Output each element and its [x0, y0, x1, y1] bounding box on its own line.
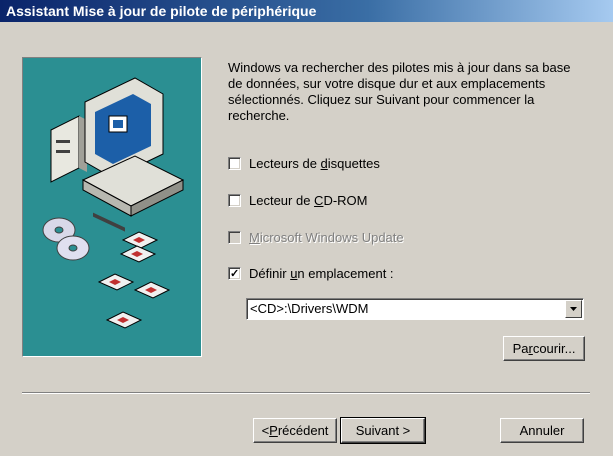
window-title: Assistant Mise à jour de pilote de périp…	[6, 3, 317, 19]
browse-button[interactable]: Pa r courir...	[503, 336, 585, 361]
dropdown-arrow-icon	[570, 307, 577, 311]
separator	[22, 392, 590, 394]
location-input[interactable]: <CD>:\Drivers\WDM	[250, 301, 368, 317]
intro-text: Windows va rechercher des pilotes mis à …	[228, 60, 571, 123]
floppy-disk-icon	[97, 231, 171, 329]
windows-update-checkbox	[228, 230, 241, 244]
cd-icon	[42, 217, 90, 261]
back-button[interactable]: < Précédent	[253, 418, 337, 443]
location-combobox[interactable]: <CD>:\Drivers\WDM	[246, 298, 584, 320]
floppy-checkbox[interactable]	[228, 156, 241, 170]
computer-icon	[50, 77, 185, 232]
cdrom-checkbox[interactable]	[228, 193, 241, 207]
cdrom-label: Lecteur de CD-ROM	[249, 192, 368, 208]
window-title-bar[interactable]: Assistant Mise à jour de pilote de périp…	[0, 0, 613, 22]
location-dropdown-button[interactable]	[565, 300, 582, 318]
option-floppy[interactable]: Lecteurs de disquettes	[228, 154, 380, 172]
location-checkbox[interactable]: ✓	[228, 266, 241, 280]
floppy-label: Lecteurs de disquettes	[249, 155, 380, 171]
check-icon: ✓	[230, 267, 240, 280]
windows-update-label: Microsoft Windows Update	[249, 229, 404, 245]
location-label: Définir un emplacement :	[249, 265, 394, 281]
option-windows-update: Microsoft Windows Update	[228, 228, 404, 246]
cancel-button[interactable]: Annuler	[500, 418, 584, 443]
option-cdrom[interactable]: Lecteur de CD-ROM	[228, 191, 367, 209]
next-button[interactable]: Suivant >	[340, 417, 426, 444]
option-location[interactable]: ✓ Définir un emplacement :	[228, 264, 394, 282]
wizard-illustration	[22, 57, 202, 357]
